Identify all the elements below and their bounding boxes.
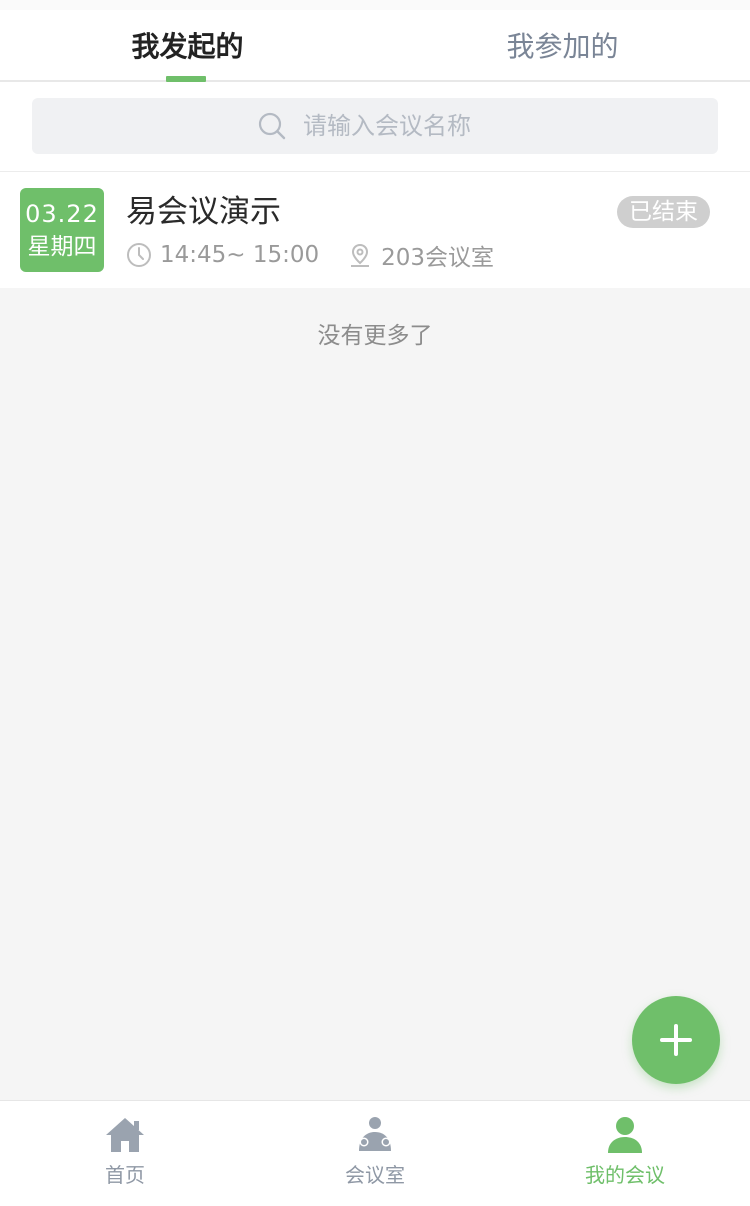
tab-initiated[interactable]: 我发起的 (0, 10, 375, 82)
meeting-room: 203会议室 (381, 245, 495, 271)
search-box[interactable] (32, 98, 718, 154)
clock-icon (127, 243, 151, 267)
meeting-room-icon (359, 1117, 391, 1151)
tab-initiated-label: 我发起的 (131, 30, 244, 63)
user-icon (608, 1117, 642, 1153)
search-input[interactable] (303, 112, 493, 140)
tabbar-my-meetings-label: 我的会议 (585, 1163, 665, 1187)
tab-joined-label: 我参加的 (506, 30, 619, 63)
status-badge: 已结束 (617, 196, 710, 228)
search-icon (258, 112, 286, 140)
meeting-date: 03.22 (25, 200, 99, 228)
meeting-date-badge: 03.22 星期四 (20, 188, 104, 272)
add-meeting-button[interactable] (632, 996, 720, 1084)
search-section (0, 82, 750, 172)
tabbar-home[interactable]: 首页 (0, 1101, 250, 1206)
tab-bar-top: 我发起的 我参加的 (0, 10, 750, 82)
status-strip (0, 0, 750, 10)
meeting-card[interactable]: 03.22 星期四 易会议演示 14:45~ 15:00 203会议室 已结束 (0, 172, 750, 288)
tabbar-meeting-room[interactable]: 会议室 (250, 1101, 500, 1206)
plus-icon (660, 1024, 692, 1056)
meeting-meta: 14:45~ 15:00 203会议室 (126, 238, 730, 272)
tabbar-home-label: 首页 (105, 1163, 145, 1187)
bottom-tabbar: 首页 会议室 我的会议 (0, 1100, 750, 1206)
meeting-weekday: 星期四 (27, 234, 97, 260)
home-icon (106, 1118, 144, 1152)
location-icon (351, 243, 370, 267)
list-end-text: 没有更多了 (317, 323, 433, 349)
tab-joined[interactable]: 我参加的 (375, 10, 750, 80)
active-tab-indicator (165, 76, 206, 82)
meeting-time: 14:45~ 15:00 (160, 242, 320, 268)
tabbar-meeting-room-label: 会议室 (345, 1163, 405, 1187)
tabbar-my-meetings[interactable]: 我的会议 (500, 1101, 750, 1206)
